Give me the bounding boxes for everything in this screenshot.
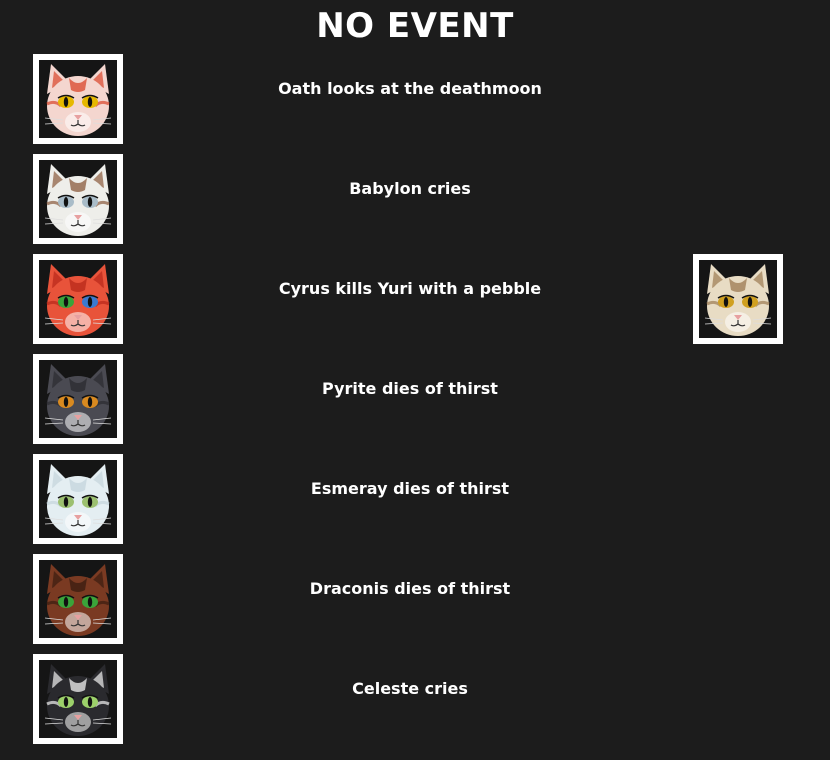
event-row: Cyrus kills Yuri with a pebble [0, 254, 830, 348]
event-row: Esmeray dies of thirst [0, 454, 830, 548]
event-row: Pyrite dies of thirst [0, 354, 830, 448]
cat-portrait-icon [699, 260, 777, 338]
event-text: Pyrite dies of thirst [322, 379, 498, 398]
event-text: Oath looks at the deathmoon [278, 79, 542, 98]
event-text: Draconis dies of thirst [309, 579, 511, 598]
event-row: Celeste cries [0, 654, 830, 748]
event-row: Babylon cries [0, 154, 830, 248]
event-row: Oath looks at the deathmoon [0, 54, 830, 148]
event-row: Draconis dies of thirst [0, 554, 830, 648]
event-text: Babylon cries [349, 179, 471, 198]
page-title: NO EVENT [316, 6, 514, 46]
event-text: Esmeray dies of thirst [310, 479, 510, 498]
event-text: Celeste cries [352, 679, 468, 698]
target-avatar [693, 254, 783, 344]
